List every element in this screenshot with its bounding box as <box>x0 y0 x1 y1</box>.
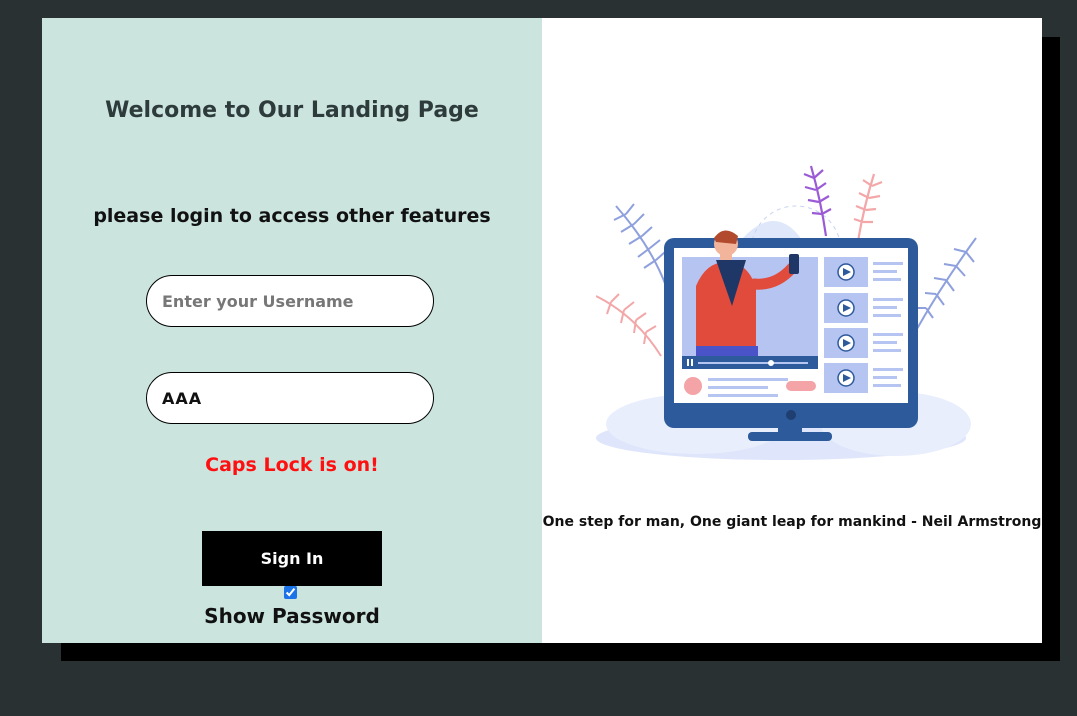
page-title: Welcome to Our Landing Page <box>105 98 479 123</box>
login-card: Welcome to Our Landing Page please login… <box>42 18 1042 643</box>
illustration-panel: One step for man, One giant leap for man… <box>542 18 1042 643</box>
show-password-checkbox[interactable] <box>284 586 297 599</box>
video-streaming-monitor-illustration <box>596 165 977 460</box>
password-input[interactable] <box>146 372 434 424</box>
show-password-label: Show Password <box>204 604 380 628</box>
username-input[interactable] <box>146 275 434 327</box>
login-panel: Welcome to Our Landing Page please login… <box>42 18 542 643</box>
caps-lock-warning: Caps Lock is on! <box>205 454 379 476</box>
quote-text: One step for man, One giant leap for man… <box>542 514 1042 530</box>
login-prompt: please login to access other features <box>93 205 491 227</box>
sign-in-button[interactable]: Sign In <box>202 531 382 586</box>
